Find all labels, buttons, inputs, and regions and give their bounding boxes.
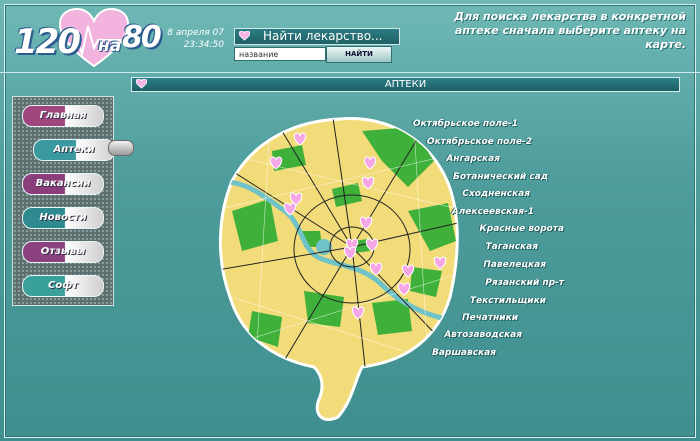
menu-item-3[interactable]: Вакансии [22,173,104,195]
pharmacy-link-1[interactable]: Октябрьское поле-1 [413,119,518,129]
search-title: Найти лекарство... [263,29,383,43]
section-title-bar: АПТЕКИ [131,77,680,92]
logo-part-na: на [98,36,122,56]
heart-icon [136,79,147,89]
logo-part-120: 120 [14,22,81,62]
pharmacy-link-14[interactable]: Варшавская [432,348,496,358]
pharmacy-link-13[interactable]: Автозаводская [444,330,522,340]
pharmacy-link-12[interactable]: Печатники [462,313,518,323]
menu-item-4[interactable]: Новости [22,207,104,229]
active-menu-connector [108,140,134,156]
pharmacy-link-10[interactable]: Рязанский пр-т [485,278,564,288]
header-divider [0,72,700,73]
search-title-bar: Найти лекарство... [234,28,400,45]
map-hint-text: Для поиска лекарства в конкретной аптеке… [454,10,686,51]
menu-item-1[interactable]: Главная [22,105,104,127]
date-time: 8 апреля 07 23:34:50 [162,27,224,51]
pharmacy-link-11[interactable]: Текстильщики [470,296,546,306]
menu-item-6[interactable]: Софт [22,275,104,297]
pharmacy-link-7[interactable]: Красные ворота [479,224,564,234]
menu-item-5[interactable]: Отзывы [22,241,104,263]
logo-part-80: 80 [122,20,162,55]
heart-icon [239,31,250,41]
pharmacy-link-9[interactable]: Павелецкая [483,260,546,270]
pharmacy-link-5[interactable]: Сходненская [462,189,530,199]
current-date: 8 апреля 07 [167,28,224,38]
main-menu: Главная Аптеки Вакансии Новости Отзывы Софт [12,96,115,306]
menu-item-2[interactable]: Аптеки [33,139,115,161]
site-logo[interactable]: 120 на 80 [8,8,162,68]
pharmacy-link-2[interactable]: Октябрьское поле-2 [427,137,532,147]
section-title: АПТЕКИ [384,79,427,90]
pharmacy-link-6[interactable]: Алексеевская-1 [452,207,534,217]
pharmacy-link-3[interactable]: Ангарская [446,154,500,164]
current-time: 23:34:50 [183,40,224,50]
search-input[interactable] [234,47,326,61]
search-button[interactable]: НАЙТИ [326,46,392,63]
pharmacy-link-4[interactable]: Ботанический сад [453,172,548,182]
pharmacy-link-8[interactable]: Таганская [485,242,538,252]
